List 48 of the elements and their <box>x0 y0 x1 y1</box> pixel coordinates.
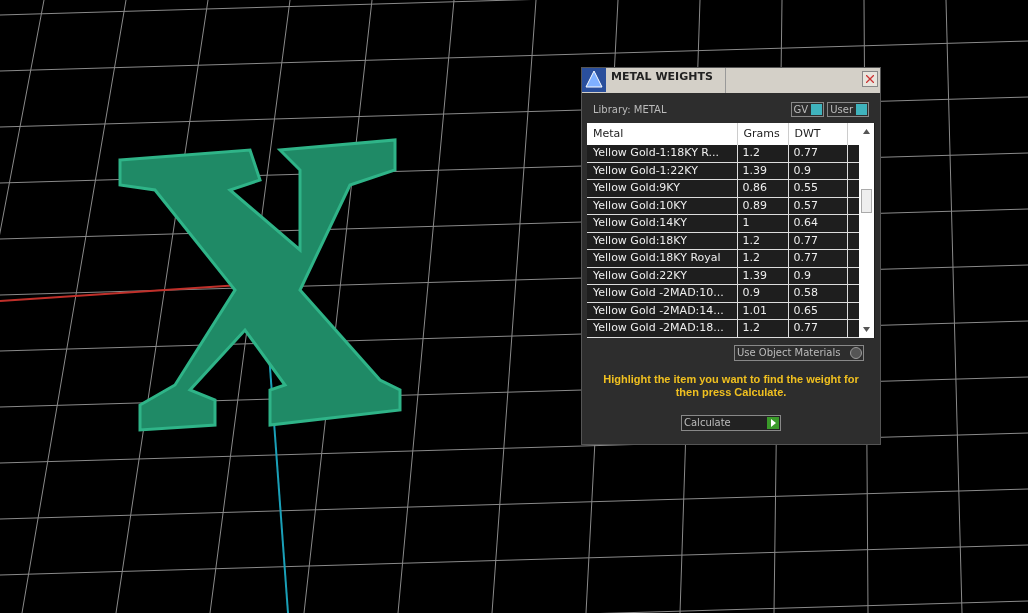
table-cell: 0.64 <box>788 214 847 233</box>
table-cell: Yellow Gold -2MAD:10... <box>587 284 737 303</box>
library-label: Library: METAL <box>593 103 667 117</box>
table-cell: 0.55 <box>788 179 847 198</box>
toggle-button[interactable]: GV <box>790 102 825 117</box>
table-cell: 1.2 <box>737 232 788 250</box>
table-cell: 0.65 <box>788 302 847 320</box>
table-cell: Yellow Gold:18KY <box>587 232 737 250</box>
scroll-thumb[interactable] <box>861 189 872 213</box>
table-cell: 0.58 <box>788 284 847 303</box>
calculate-button[interactable]: Calculate <box>681 415 781 431</box>
table-cell: 0.9 <box>788 162 847 180</box>
scrollbar[interactable] <box>859 123 874 338</box>
table-cell: Yellow Gold-1:22KY <box>587 162 737 180</box>
hint-text: Highlight the item you want to find the weight for then press Calculate. <box>602 373 860 399</box>
table-cell: 0.89 <box>737 197 788 215</box>
table-cell: 1.39 <box>737 162 788 180</box>
cone-logo-icon <box>582 68 606 92</box>
table-cell: 1.01 <box>737 302 788 320</box>
table-cell: Yellow Gold:9KY <box>587 179 737 198</box>
toggle-button[interactable]: User <box>827 102 869 117</box>
scroll-up-icon[interactable] <box>863 129 870 134</box>
use-object-materials-toggle[interactable]: Use Object Materials <box>734 345 864 361</box>
table-cell: Yellow Gold -2MAD:18... <box>587 319 737 338</box>
table-cell: 0.57 <box>788 197 847 215</box>
play-icon <box>767 417 779 429</box>
table-cell: 1.39 <box>737 267 788 285</box>
table-cell: 1.2 <box>737 319 788 338</box>
table-cell: Yellow Gold:22KY <box>587 267 737 285</box>
table-cell: 0.77 <box>788 249 847 268</box>
table-cell: Yellow Gold:10KY <box>587 197 737 215</box>
table-cell: Yellow Gold-1:18KY R... <box>587 145 737 163</box>
table-cell: Yellow Gold -2MAD:14... <box>587 302 737 320</box>
table-cell: 1.2 <box>737 145 788 163</box>
close-icon <box>866 75 874 83</box>
table-cell: 1 <box>737 214 788 233</box>
table-cell: 0.86 <box>737 179 788 198</box>
window-title: METAL WEIGHTS <box>606 68 726 93</box>
scroll-down-icon[interactable] <box>863 327 870 332</box>
table-cell: 0.77 <box>788 232 847 250</box>
table-cell: 0.77 <box>788 319 847 338</box>
table-cell: 1.2 <box>737 249 788 268</box>
table-cell: 0.9 <box>788 267 847 285</box>
table-cell: Yellow Gold:14KY <box>587 214 737 233</box>
table-cell: 0.9 <box>737 284 788 303</box>
table-cell: Yellow Gold:18KY Royal <box>587 249 737 268</box>
close-button[interactable] <box>862 71 878 87</box>
table-cell: 0.77 <box>788 145 847 163</box>
